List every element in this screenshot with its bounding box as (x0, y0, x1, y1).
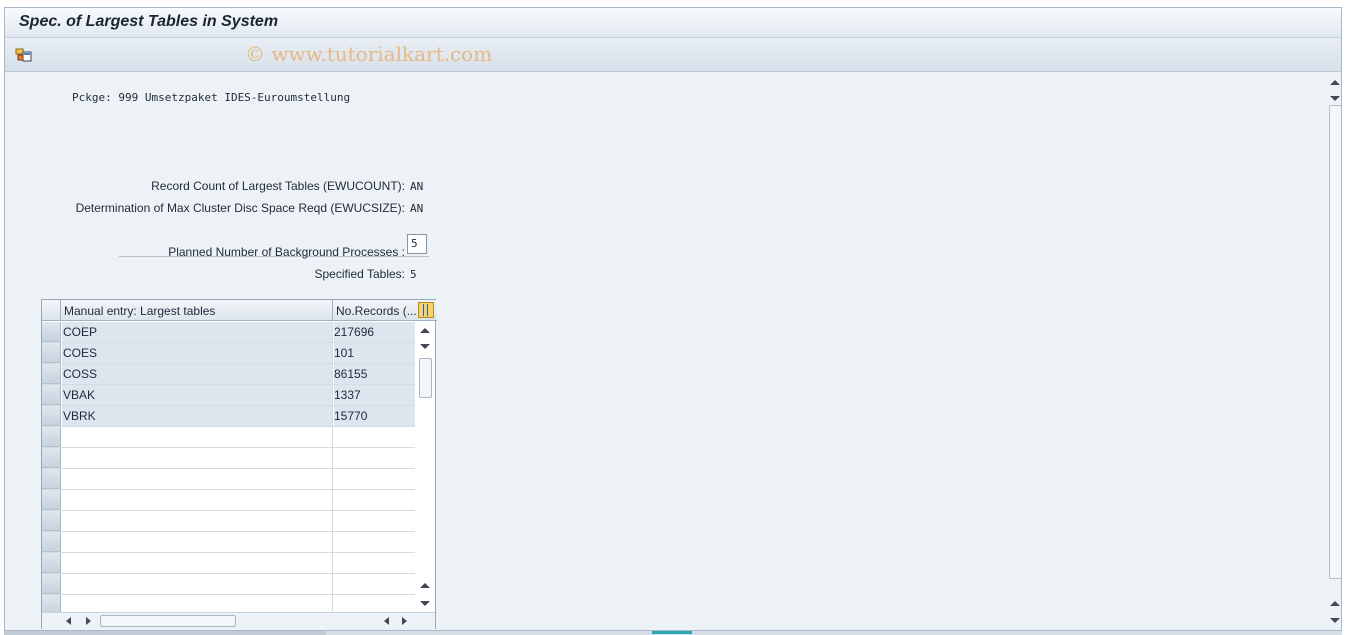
scroll-down-icon[interactable] (420, 344, 430, 349)
scroll-up-icon[interactable] (420, 328, 430, 333)
record-count-cell[interactable] (334, 511, 415, 531)
page-scroll-down-bottom-icon[interactable] (1330, 618, 1340, 623)
grid-hscroll-thumb[interactable] (100, 615, 236, 627)
grid-rows: COEP 217696 COES 101 COSS 86155 VBAK 1337 VBRK 15… (42, 322, 415, 616)
table-row[interactable] (42, 427, 415, 448)
table-row[interactable]: VBAK 1337 (42, 385, 415, 406)
title-bar: Spec. of Largest Tables in System (5, 8, 1341, 38)
status-indicator (652, 631, 692, 634)
scroll-right-end-icon[interactable] (402, 617, 407, 625)
record-count-label: Record Count of Largest Tables (EWUCOUNT… (151, 179, 405, 193)
table-row[interactable] (42, 448, 415, 469)
table-name-cell[interactable] (62, 448, 333, 468)
record-count-cell[interactable]: 86155 (334, 364, 415, 384)
row-selector[interactable] (42, 574, 61, 594)
table-name-cell[interactable] (62, 574, 333, 594)
row-selector[interactable] (42, 511, 61, 531)
table-row[interactable] (42, 553, 415, 574)
row-selector[interactable] (42, 427, 61, 447)
table-row[interactable]: VBRK 15770 (42, 406, 415, 427)
column-layout-icon[interactable] (418, 302, 434, 318)
row-selector[interactable] (42, 448, 61, 468)
status-bar (4, 631, 1342, 635)
record-count-cell[interactable]: 217696 (334, 322, 415, 342)
record-count-cell[interactable]: 101 (334, 343, 415, 363)
layout-settings-icon (15, 48, 32, 62)
status-message-area (4, 631, 326, 635)
scroll-down-bottom-icon[interactable] (420, 601, 430, 606)
record-count-cell[interactable] (334, 532, 415, 552)
row-selector[interactable] (42, 364, 61, 384)
table-name-cell[interactable] (62, 427, 333, 447)
grid-horizontal-scrollbar[interactable] (42, 612, 435, 629)
row-selector[interactable] (42, 406, 61, 426)
record-count-value: AN (410, 180, 424, 193)
table-name-cell[interactable] (62, 511, 333, 531)
record-count-cell[interactable] (334, 469, 415, 489)
record-count-cell[interactable]: 15770 (334, 406, 415, 426)
row-selector[interactable] (42, 322, 61, 342)
table-row[interactable] (42, 574, 415, 595)
page-scroll-up-icon[interactable] (1330, 80, 1340, 85)
row-selector[interactable] (42, 553, 61, 573)
record-count-cell[interactable] (334, 490, 415, 510)
table-name-cell[interactable] (62, 532, 333, 552)
specified-tables-value: 5 (410, 268, 417, 281)
table-row[interactable]: COES 101 (42, 343, 415, 364)
column-header-record-count[interactable]: No.Records (... (334, 300, 417, 321)
page-vertical-scrollbar[interactable] (1328, 72, 1341, 630)
table-name-cell[interactable] (62, 553, 333, 573)
grid-scroll-thumb[interactable] (419, 358, 432, 398)
table-row[interactable] (42, 511, 415, 532)
table-row[interactable] (42, 490, 415, 511)
max-cluster-label: Determination of Max Cluster Disc Space … (75, 201, 405, 215)
record-count-cell[interactable] (334, 427, 415, 447)
application-toolbar: © www.tutorialkart.com (5, 38, 1341, 72)
bg-processes-input[interactable]: 5 (407, 234, 427, 254)
page-scroll-thumb[interactable] (1329, 105, 1341, 579)
table-row[interactable]: COEP 217696 (42, 322, 415, 343)
window-title: Spec. of Largest Tables in System (19, 13, 279, 30)
row-selector[interactable] (42, 469, 61, 489)
bg-processes-label: Planned Number of Background Processes : (168, 245, 405, 259)
table-row[interactable] (42, 532, 415, 553)
row-selector[interactable] (42, 532, 61, 552)
scroll-up-bottom-icon[interactable] (420, 583, 430, 588)
table-name-cell[interactable] (62, 469, 333, 489)
watermark-text: © www.tutorialkart.com (245, 42, 493, 66)
page-scroll-down-icon[interactable] (1330, 96, 1340, 101)
row-selector[interactable] (42, 490, 61, 510)
package-line: Pckge: 999 Umsetzpaket IDES-Euroumstellu… (72, 91, 351, 104)
scroll-right-icon[interactable] (86, 617, 91, 625)
select-all-cell[interactable] (42, 300, 61, 321)
record-count-cell[interactable] (334, 448, 415, 468)
largest-tables-grid: Manual entry: Largest tables No.Records … (41, 299, 437, 629)
scroll-left-icon[interactable] (66, 617, 71, 625)
record-count-cell[interactable]: 1337 (334, 385, 415, 405)
grid-header: Manual entry: Largest tables No.Records … (42, 300, 437, 321)
selection-screen: Pckge: 999 Umsetzpaket IDES-Euroumstellu… (5, 72, 1327, 630)
record-count-cell[interactable] (334, 553, 415, 573)
table-row[interactable] (42, 469, 415, 490)
table-row[interactable]: COSS 86155 (42, 364, 415, 385)
page-scroll-up-bottom-icon[interactable] (1330, 601, 1340, 606)
layout-settings-button[interactable] (13, 45, 35, 65)
table-name-cell[interactable]: COES (62, 343, 333, 363)
table-name-cell[interactable]: COEP (62, 322, 333, 342)
record-count-cell[interactable] (334, 574, 415, 594)
table-name-cell[interactable]: COSS (62, 364, 333, 384)
grid-vertical-scrollbar[interactable] (416, 322, 435, 618)
scroll-left-end-icon[interactable] (384, 617, 389, 625)
main-window: Spec. of Largest Tables in System © www.… (4, 7, 1342, 631)
row-selector[interactable] (42, 385, 61, 405)
column-header-table-name[interactable]: Manual entry: Largest tables (62, 300, 333, 321)
table-name-cell[interactable] (62, 490, 333, 510)
max-cluster-value: AN (410, 202, 424, 215)
specified-tables-label: Specified Tables: (314, 267, 405, 281)
table-name-cell[interactable]: VBAK (62, 385, 333, 405)
table-name-cell[interactable]: VBRK (62, 406, 333, 426)
row-selector[interactable] (42, 343, 61, 363)
